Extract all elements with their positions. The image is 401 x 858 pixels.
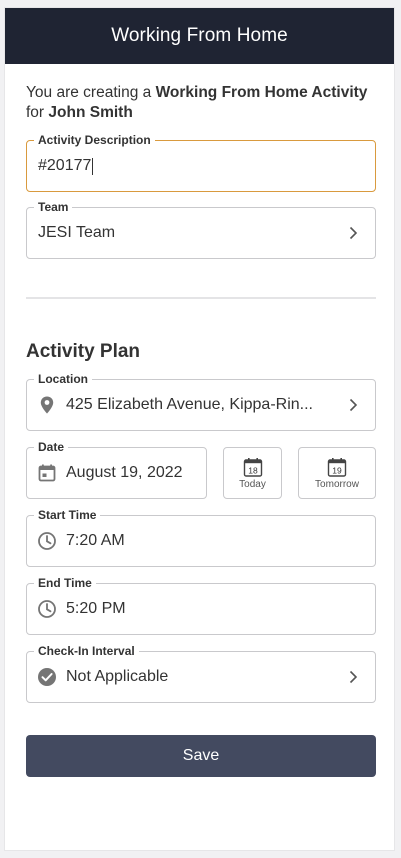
checkin-interval-value: Not Applicable <box>66 668 169 685</box>
calendar-today-icon: 18 <box>243 457 262 477</box>
chevron-right-icon <box>349 226 358 240</box>
intro-activity-type: Working From Home Activity <box>155 84 368 101</box>
intro-for: for <box>26 104 49 121</box>
tomorrow-button[interactable]: 19 Tomorrow <box>298 447 376 499</box>
intro-text: You are creating a Working From Home Act… <box>26 83 376 123</box>
date-label: Date <box>34 440 69 454</box>
today-button[interactable]: 18 Today <box>223 447 282 499</box>
location-select[interactable]: Location 425 Elizabeth Avenue, Kippa-Rin… <box>26 372 376 431</box>
activity-description-value: #20177 <box>38 157 92 174</box>
clock-icon <box>38 532 56 550</box>
tomorrow-day-number: 19 <box>332 465 342 475</box>
calendar-tomorrow-icon: 19 <box>327 457 347 477</box>
team-select[interactable]: Team JESI Team <box>26 200 376 259</box>
activity-description-field[interactable]: Activity Description #20177 <box>26 133 376 192</box>
text-caret <box>92 157 94 175</box>
activity-description-input[interactable]: #20177 <box>38 141 94 191</box>
app-frame: Working From Home You are creating a Wor… <box>4 7 395 851</box>
section-divider <box>26 297 376 299</box>
location-pin-icon <box>40 396 54 414</box>
activity-plan-title: Activity Plan <box>26 341 141 362</box>
save-button[interactable]: Save <box>26 735 376 777</box>
chevron-right-icon <box>349 670 358 684</box>
team-value: JESI Team <box>38 224 116 241</box>
check-circle-icon <box>38 668 56 686</box>
chevron-right-icon <box>349 398 358 412</box>
tomorrow-label: Tomorrow <box>315 478 359 490</box>
calendar-icon <box>38 464 56 482</box>
checkin-interval-select[interactable]: Check-In Interval Not Applicable <box>26 644 376 703</box>
app-header: Working From Home <box>5 8 394 64</box>
today-day-number: 18 <box>248 465 258 475</box>
start-time-value: 7:20 AM <box>66 532 125 549</box>
date-field[interactable]: Date August 19, 2022 <box>26 440 207 499</box>
date-value: August 19, 2022 <box>66 464 183 481</box>
today-label: Today <box>239 478 266 490</box>
end-time-value: 5:20 PM <box>66 600 126 617</box>
end-time-field[interactable]: End Time 5:20 PM <box>26 576 376 635</box>
location-value: 425 Elizabeth Avenue, Kippa-Rin... <box>66 396 313 413</box>
start-time-field[interactable]: Start Time 7:20 AM <box>26 508 376 567</box>
intro-person: John Smith <box>48 104 133 121</box>
clock-icon <box>38 600 56 618</box>
page-title: Working From Home <box>111 25 288 46</box>
intro-prefix: You are creating a <box>26 84 156 101</box>
